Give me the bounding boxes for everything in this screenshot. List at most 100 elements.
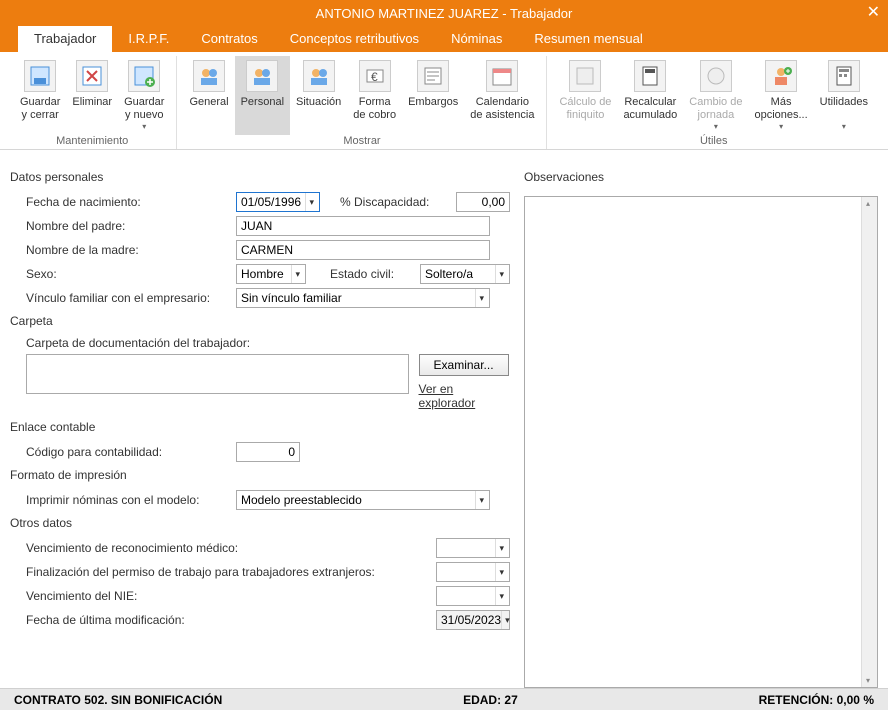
forma-cobro-icon: € <box>359 60 391 92</box>
fecha-mod-field[interactable]: 31/05/2023▾ <box>436 610 510 630</box>
chevron-down-icon: ▾ <box>495 539 507 557</box>
fecha-nacimiento-field[interactable]: 01/05/1996▾ <box>236 192 320 212</box>
chevron-down-icon: ▾ <box>501 611 513 629</box>
examinar-button[interactable]: Examinar... <box>419 354 509 376</box>
sexo-select[interactable]: Hombre▾ <box>236 264 306 284</box>
section-enlace-contable: Enlace contable <box>10 420 510 434</box>
vinculo-select[interactable]: Sin vínculo familiar▾ <box>236 288 490 308</box>
section-otros-datos: Otros datos <box>10 516 510 530</box>
section-formato-impresion: Formato de impresión <box>10 468 510 482</box>
section-datos-personales: Datos personales <box>10 170 510 184</box>
tab-nominas[interactable]: Nóminas <box>435 25 518 52</box>
recalcular-button[interactable]: Recalcular acumulado <box>617 56 683 135</box>
status-retencion: RETENCIÓN: 0,00 % <box>759 693 874 707</box>
carpeta-textarea[interactable] <box>26 354 409 394</box>
ribbon-group-utiles: Cálculo de finiquito Recalcular acumulad… <box>547 56 880 149</box>
guardar-nuevo-button[interactable]: Guardar y nuevo ▾ <box>118 56 170 135</box>
discapacidad-field[interactable] <box>456 192 510 212</box>
right-column: Observaciones <box>524 164 878 688</box>
chevron-down-icon: ▾ <box>475 289 487 307</box>
svg-text:€: € <box>371 70 378 84</box>
observaciones-textarea[interactable] <box>524 196 878 688</box>
personal-icon <box>246 60 278 92</box>
status-bar: CONTRATO 502. SIN BONIFICACIÓN EDAD: 27 … <box>0 688 888 710</box>
padre-field[interactable] <box>236 216 490 236</box>
group-label: Mostrar <box>343 135 380 149</box>
ribbon-group-mostrar: General Personal Situación €Forma de cob… <box>177 56 547 149</box>
mas-opciones-icon <box>765 60 797 92</box>
ribbon: Guardar y cerrar Eliminar Guardar y nuev… <box>0 52 888 150</box>
fin-permiso-label: Finalización del permiso de trabajo para… <box>26 565 426 579</box>
chevron-down-icon: ▾ <box>475 491 487 509</box>
embargos-icon <box>417 60 449 92</box>
chevron-down-icon: ▾ <box>842 122 846 131</box>
forma-cobro-button[interactable]: €Forma de cobro <box>347 56 402 135</box>
personal-button[interactable]: Personal <box>235 56 290 135</box>
codigo-contab-field[interactable] <box>236 442 300 462</box>
tab-irpf[interactable]: I.R.P.F. <box>112 25 185 52</box>
status-edad: EDAD: 27 <box>463 693 518 707</box>
imprimir-modelo-label: Imprimir nóminas con el modelo: <box>26 493 236 507</box>
embargos-button[interactable]: Embargos <box>402 56 464 135</box>
venc-medico-label: Vencimiento de reconocimiento médico: <box>26 541 426 555</box>
tab-contratos[interactable]: Contratos <box>185 25 273 52</box>
chevron-down-icon: ▾ <box>495 265 507 283</box>
tab-bar: Trabajador I.R.P.F. Contratos Conceptos … <box>0 26 888 52</box>
calculo-icon <box>569 60 601 92</box>
section-carpeta: Carpeta <box>10 314 510 328</box>
general-button[interactable]: General <box>183 56 234 135</box>
venc-medico-field[interactable]: ▾ <box>436 538 510 558</box>
chevron-down-icon: ▾ <box>305 193 317 211</box>
cambio-icon <box>700 60 732 92</box>
close-icon[interactable]: ✕ <box>867 2 880 22</box>
utilidades-icon <box>828 60 860 92</box>
tab-conceptos[interactable]: Conceptos retributivos <box>274 25 435 52</box>
chevron-down-icon: ▾ <box>495 587 507 605</box>
mas-opciones-button[interactable]: Más opciones...▾ <box>748 56 813 135</box>
vinculo-label: Vínculo familiar con el empresario: <box>26 291 236 305</box>
calendario-button[interactable]: Calendario de asistencia <box>464 56 540 135</box>
group-label: Mantenimiento <box>56 135 128 149</box>
situacion-button[interactable]: Situación <box>290 56 347 135</box>
eliminar-button[interactable]: Eliminar <box>66 56 118 135</box>
delete-icon <box>76 60 108 92</box>
fin-permiso-field[interactable]: ▾ <box>436 562 510 582</box>
window-title: ANTONIO MARTINEZ JUAREZ - Trabajador <box>316 6 573 21</box>
chevron-down-icon: ▾ <box>714 122 718 131</box>
scrollbar[interactable] <box>861 197 877 687</box>
fecha-nacimiento-label: Fecha de nacimiento: <box>26 195 236 209</box>
chevron-down-icon: ▾ <box>291 265 303 283</box>
sexo-label: Sexo: <box>26 267 236 281</box>
cambio-jornada-button[interactable]: Cambio de jornada▾ <box>683 56 748 135</box>
chevron-down-icon: ▾ <box>495 563 507 581</box>
calendario-icon <box>486 60 518 92</box>
carpeta-label: Carpeta de documentación del trabajador: <box>26 336 250 350</box>
estado-civil-select[interactable]: Soltero/a▾ <box>420 264 510 284</box>
guardar-cerrar-button[interactable]: Guardar y cerrar <box>14 56 66 135</box>
save-close-icon <box>24 60 56 92</box>
chevron-down-icon: ▾ <box>142 122 146 131</box>
padre-label: Nombre del padre: <box>26 219 236 233</box>
chevron-down-icon: ▾ <box>779 122 783 131</box>
venc-nie-label: Vencimiento del NIE: <box>26 589 426 603</box>
recalcular-icon <box>634 60 666 92</box>
ver-explorador-link[interactable]: Ver en explorador <box>419 382 510 410</box>
estado-civil-label: Estado civil: <box>330 267 394 281</box>
codigo-contab-label: Código para contabilidad: <box>26 445 236 459</box>
group-label: Útiles <box>700 135 728 149</box>
situacion-icon <box>303 60 335 92</box>
calculo-finiquito-button[interactable]: Cálculo de finiquito <box>553 56 617 135</box>
tab-trabajador[interactable]: Trabajador <box>18 25 112 52</box>
imprimir-modelo-select[interactable]: Modelo preestablecido▾ <box>236 490 490 510</box>
venc-nie-field[interactable]: ▾ <box>436 586 510 606</box>
discapacidad-label: % Discapacidad: <box>340 195 429 209</box>
section-observaciones: Observaciones <box>524 170 878 184</box>
ribbon-group-mantenimiento: Guardar y cerrar Eliminar Guardar y nuev… <box>8 56 177 149</box>
status-contrato: CONTRATO 502. SIN BONIFICACIÓN <box>14 693 222 707</box>
left-column: Datos personales Fecha de nacimiento: 01… <box>10 164 510 688</box>
utilidades-button[interactable]: Utilidades▾ <box>814 56 874 135</box>
madre-field[interactable] <box>236 240 490 260</box>
title-bar: ANTONIO MARTINEZ JUAREZ - Trabajador ✕ <box>0 0 888 26</box>
general-icon <box>193 60 225 92</box>
tab-resumen[interactable]: Resumen mensual <box>518 25 658 52</box>
